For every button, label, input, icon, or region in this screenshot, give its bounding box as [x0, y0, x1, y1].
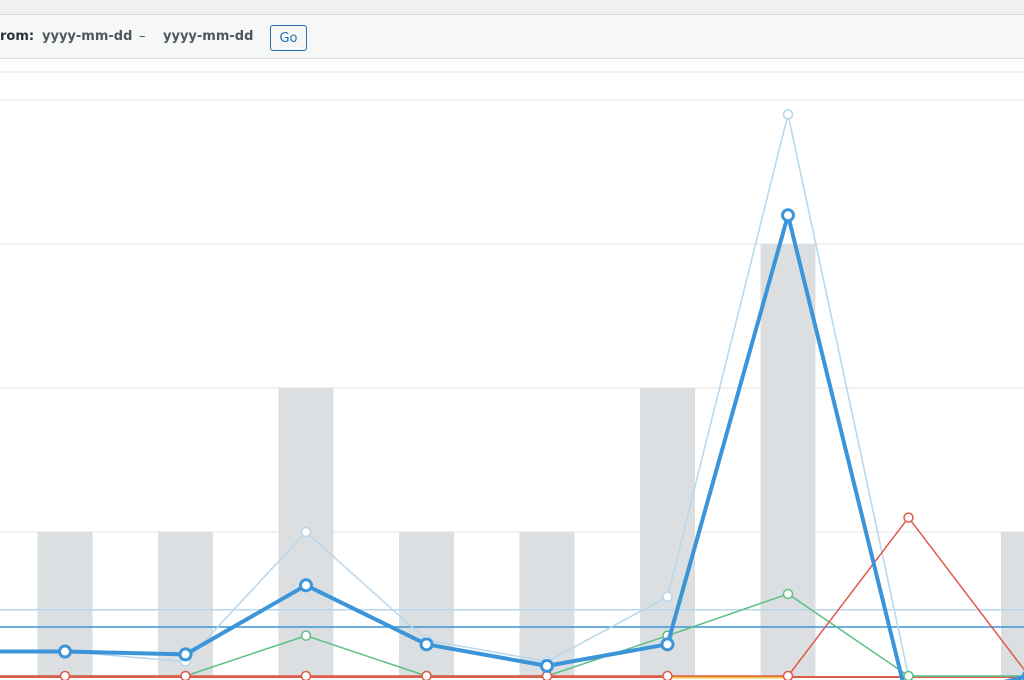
- green-series-point: [300, 630, 312, 641]
- date-range-label: rom:: [0, 29, 35, 44]
- end-date-input[interactable]: yyyy-mm-dd: [163, 29, 253, 44]
- red-series-point: [421, 670, 432, 680]
- sales-chart: [0, 60, 1024, 680]
- light-series-point: [662, 591, 673, 603]
- light-series-point: [782, 109, 794, 120]
- primary-series-point: [540, 658, 554, 673]
- start-date-input[interactable]: yyyy-mm-dd: [42, 29, 132, 44]
- light-series-point: [300, 526, 312, 538]
- top-toolbar-strip: [0, 0, 1024, 15]
- red-series-point: [300, 670, 312, 680]
- primary-series-point: [58, 644, 72, 659]
- green-series-line: [0, 593, 1024, 677]
- red-series-point: [180, 670, 191, 680]
- bar: [519, 532, 575, 676]
- bar: [399, 532, 454, 676]
- light-series-line: [0, 113, 1024, 677]
- chart-canvas: [0, 71, 1024, 680]
- primary-series-point: [299, 578, 313, 593]
- bar: [760, 244, 816, 676]
- primary-series-point: [419, 637, 434, 652]
- green-series-point: [903, 670, 914, 680]
- primary-series-point: [178, 647, 193, 662]
- green-series-point: [782, 588, 794, 600]
- date-range-separator: –: [139, 29, 146, 44]
- red-series-point: [903, 512, 914, 523]
- go-button[interactable]: Go: [270, 25, 307, 51]
- primary-series-point: [781, 208, 795, 223]
- date-filter-bar: rom: yyyy-mm-dd – yyyy-mm-dd Go: [0, 15, 1024, 59]
- primary-series-point: [660, 637, 675, 652]
- red-series-point: [782, 670, 794, 680]
- red-series-point: [59, 670, 71, 680]
- red-series-point: [662, 670, 673, 680]
